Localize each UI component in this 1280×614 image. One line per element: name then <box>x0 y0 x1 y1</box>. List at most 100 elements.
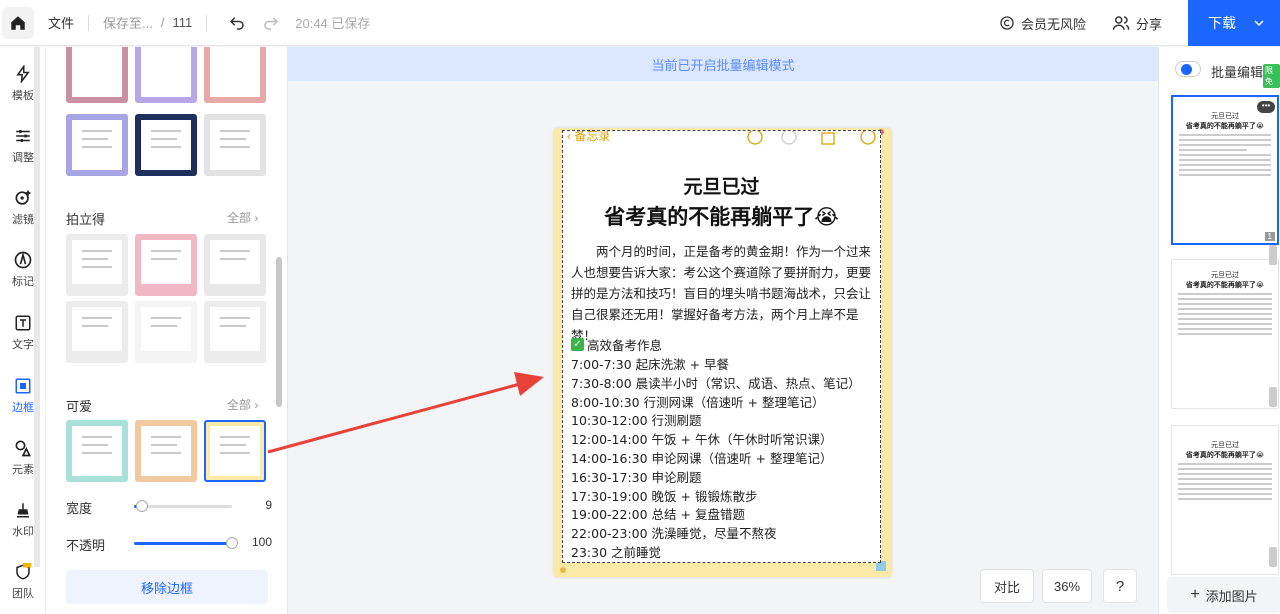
batch-edit-toggle[interactable] <box>1175 61 1201 77</box>
rail-label: 团队 <box>12 588 34 600</box>
member-label: 会员无风险 <box>1020 16 1086 32</box>
text-icon <box>12 312 34 334</box>
border-thumbnail[interactable] <box>66 234 128 296</box>
download-button[interactable]: 下载 <box>1188 0 1280 46</box>
rail-item-adjust[interactable]: 调整 <box>0 125 46 165</box>
corner-decoration-icon <box>560 567 566 573</box>
see-all-label: 全部 <box>227 398 252 412</box>
border-thumbnail[interactable] <box>204 301 266 363</box>
thumb-scrollbar[interactable] <box>1269 387 1277 407</box>
width-slider-handle[interactable] <box>136 500 148 512</box>
opacity-value: 100 <box>251 535 272 549</box>
share-users-icon <box>1112 16 1130 30</box>
tool-rail: 模板 调整 滤镜 标记 文字 边框 元素 水印 团队 <box>0 47 46 614</box>
share-icon <box>821 132 835 145</box>
more-icon <box>860 131 876 145</box>
schedule-item: 17:30-19:00 晚饭 + 锻锻炼散步 <box>571 488 758 504</box>
page-thumbnail[interactable]: 元旦已过 省考真的不能再躺平了😭 <box>1171 259 1279 409</box>
divider <box>88 14 90 31</box>
border-thumbnail[interactable] <box>135 301 197 363</box>
opacity-label: 不透明 <box>66 538 106 553</box>
share-button[interactable]: 分享 <box>1112 14 1162 33</box>
border-thumbnail[interactable] <box>204 234 266 296</box>
border-thumbnail[interactable] <box>204 47 266 103</box>
schedule-list: 7:00-7:30 起床洗漱 + 早餐 7:30-8:00 晨读半小时（常识、成… <box>571 356 861 562</box>
member-button[interactable]: 会员无风险 <box>999 14 1086 33</box>
help-button[interactable]: ? <box>1103 569 1137 603</box>
rail-item-text[interactable]: 文字 <box>0 312 46 352</box>
team-icon <box>12 561 34 583</box>
rail-label: 文字 <box>12 339 34 351</box>
document-title-line2: 省考真的不能再躺平了😭 <box>604 205 839 229</box>
document-paragraph: 两个月的时间，正是备考的黄金期！作为一个过来人也想要告诉大家：考公这个赛道除了要… <box>571 244 872 343</box>
more-options-icon[interactable]: ••• <box>1257 101 1275 113</box>
rail-item-template[interactable]: 模板 <box>0 63 46 103</box>
page-number: 1 <box>1264 232 1275 241</box>
zoom-level-button[interactable]: 36% <box>1042 569 1092 603</box>
remove-border-button[interactable]: 移除边框 <box>66 570 268 604</box>
schedule-item: 12:00-14:00 午饭 + 午休（午休时听常识课） <box>571 432 833 448</box>
undo-icon <box>747 131 763 145</box>
border-thumbnail[interactable] <box>66 301 128 363</box>
width-slider[interactable] <box>134 500 232 512</box>
page-thumbnail[interactable]: 元旦已过 省考真的不能再躺平了😭 <box>1171 425 1279 575</box>
border-thumbnail[interactable] <box>135 114 197 176</box>
document-title-line1: 元旦已过 <box>683 176 760 198</box>
see-all-cute[interactable]: 全部 › <box>227 396 258 413</box>
rail-label: 模板 <box>12 90 34 102</box>
document-page[interactable]: ‹ 备忘录 元旦已过 省考真的不能再躺平了😭 两个月的时间，正是备考的黄金期！作… <box>562 130 881 563</box>
border-thumbnail[interactable] <box>204 114 266 176</box>
save-status: 20:44 已保存 <box>295 16 371 31</box>
rail-item-filter[interactable]: 滤镜 <box>0 187 46 227</box>
copyright-icon <box>1000 16 1014 30</box>
redo-icon[interactable] <box>261 13 281 33</box>
rail-label: 调整 <box>12 152 34 164</box>
panel-scrollbar[interactable] <box>276 257 282 407</box>
border-thumbnail[interactable] <box>135 234 197 296</box>
share-label: 分享 <box>1135 16 1162 32</box>
add-image-button[interactable]: + 添加图片 <box>1167 577 1280 613</box>
thumb-scrollbar[interactable] <box>1269 547 1277 567</box>
rail-label: 边框 <box>12 402 34 414</box>
undo-icon[interactable] <box>227 13 247 33</box>
thumb-title: 省考真的不能再躺平了😭 <box>1185 452 1265 459</box>
home-button[interactable] <box>2 6 34 39</box>
chevron-right-icon: › <box>254 211 259 225</box>
memo-back: ‹ 备忘录 <box>567 130 611 143</box>
see-all-label: 全部 <box>227 211 252 225</box>
border-thumbnail[interactable] <box>66 114 128 176</box>
schedule-item: 8:00-10:30 行测网课（倍速听 + 整理笔记） <box>571 394 825 410</box>
border-thumbnail[interactable] <box>66 47 128 103</box>
thumb-title: 省考真的不能再躺平了😭 <box>1185 282 1265 289</box>
rail-item-border[interactable]: 边框 <box>0 375 46 415</box>
schedule-title: ✓ 高效备考作息 <box>571 335 662 354</box>
chevron-right-icon: › <box>254 398 259 412</box>
opacity-slider-handle[interactable] <box>226 537 238 549</box>
file-menu[interactable]: 文件 <box>48 13 74 32</box>
path-separator: / <box>160 15 165 30</box>
rail-label: 元素 <box>12 464 34 476</box>
border-thumbnail[interactable] <box>66 420 128 482</box>
page-thumbnail[interactable]: 元旦已过 省考真的不能再躺平了😭 1 ••• <box>1171 95 1279 245</box>
redo-icon <box>781 131 797 145</box>
see-all-polaroid[interactable]: 全部 › <box>227 209 258 226</box>
border-thumbnail[interactable] <box>135 420 197 482</box>
thumb-scrollbar[interactable] <box>1269 245 1277 265</box>
border-thumbnail[interactable] <box>135 47 197 103</box>
memo-toolbar: ‹ 备忘录 <box>563 130 880 149</box>
batch-edit-label: 批量编辑 <box>1211 65 1264 80</box>
opacity-slider[interactable] <box>134 537 238 549</box>
document-name[interactable]: 111 <box>172 15 192 30</box>
schedule-item: 14:00-16:30 申论网课（倍速听 + 整理笔记） <box>571 450 833 466</box>
opacity-slider-row: 不透明 100 <box>66 533 272 553</box>
save-location[interactable]: 保存至... <box>103 13 153 32</box>
compare-button[interactable]: 对比 <box>980 569 1034 603</box>
rail-item-marker[interactable]: 标记 <box>0 249 46 289</box>
template-icon <box>12 63 34 85</box>
rail-item-watermark[interactable]: 水印 <box>0 499 46 539</box>
schedule-item: 19:00-22:00 总结 + 复盘错题 <box>571 507 745 523</box>
rail-label: 标记 <box>12 276 34 288</box>
rail-item-elements[interactable]: 元素 <box>0 437 46 477</box>
rail-item-team[interactable]: 团队 <box>0 561 46 601</box>
border-thumbnail-selected[interactable] <box>204 420 266 482</box>
